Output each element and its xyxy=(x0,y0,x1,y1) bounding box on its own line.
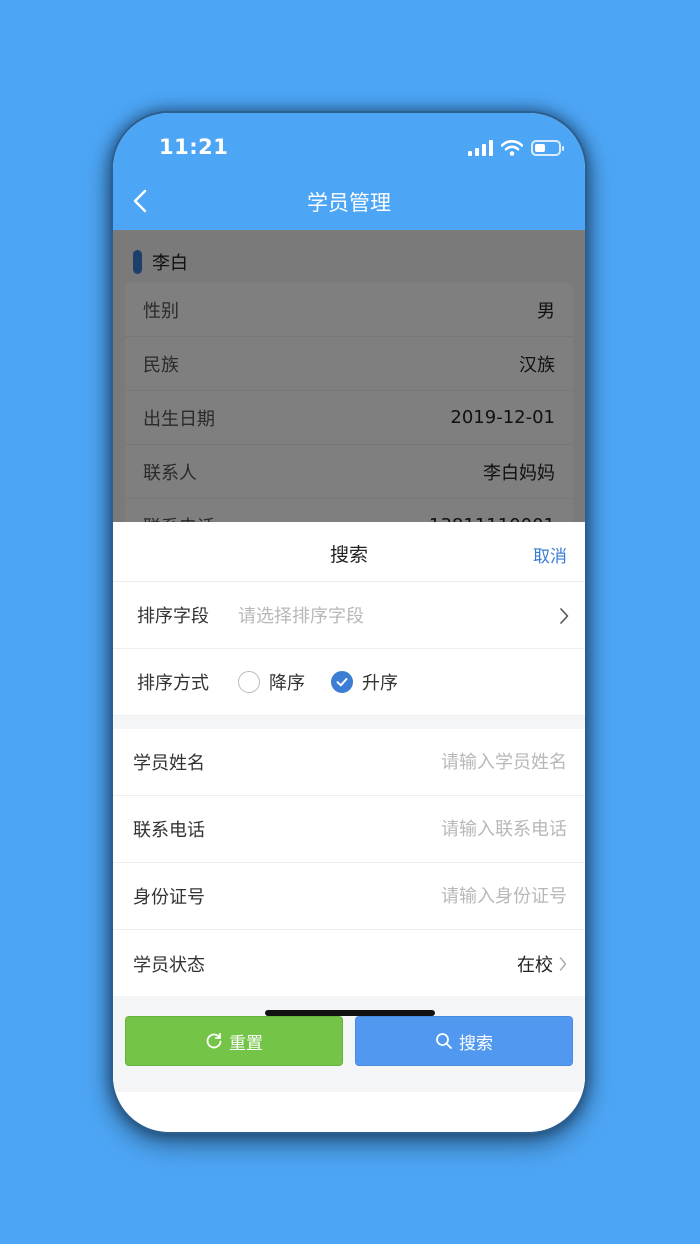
status-time: 11:21 xyxy=(159,135,229,159)
search-icon xyxy=(436,1033,452,1049)
cancel-button[interactable]: 取消 xyxy=(533,542,567,567)
radio-ascending[interactable]: 升序 xyxy=(331,669,398,695)
student-status-row[interactable]: 学员状态 在校 xyxy=(113,930,585,997)
radio-checked-icon xyxy=(331,671,353,693)
reset-button[interactable]: 重置 xyxy=(125,1016,343,1066)
radio-descending[interactable]: 降序 xyxy=(238,669,305,695)
radio-unchecked-icon xyxy=(238,671,260,693)
student-status-label: 学员状态 xyxy=(133,954,205,976)
phone-label: 联系电话 xyxy=(133,820,205,841)
wifi-icon xyxy=(501,140,523,156)
sort-field-label: 排序字段 xyxy=(137,606,209,627)
search-button-label: 搜索 xyxy=(459,1033,493,1054)
reset-button-label: 重置 xyxy=(229,1033,263,1054)
radio-label: 升序 xyxy=(362,673,398,694)
student-status-selector[interactable]: 在校 xyxy=(517,951,567,977)
home-indicator[interactable] xyxy=(265,1010,435,1016)
phone-field-row: 联系电话 xyxy=(113,796,585,863)
sort-field-row[interactable]: 排序字段 请选择排序字段 xyxy=(113,582,585,649)
phone-screen: 11:21 学员管理 李白 性别 男 xyxy=(113,113,585,1132)
student-name-label: 学员姓名 xyxy=(133,753,205,774)
sheet-title: 搜索 xyxy=(329,544,368,566)
sort-order-row: 排序方式 降序 升序 xyxy=(113,649,585,716)
signal-icon xyxy=(468,140,493,156)
page-title: 学员管理 xyxy=(307,191,391,215)
app-header: 11:21 学员管理 xyxy=(113,113,585,230)
modal-overlay[interactable] xyxy=(113,230,585,522)
search-button[interactable]: 搜索 xyxy=(355,1016,573,1066)
sort-field-placeholder: 请选择排序字段 xyxy=(238,606,364,627)
sort-order-label: 排序方式 xyxy=(137,673,209,694)
id-card-input[interactable] xyxy=(367,885,567,907)
id-card-field-row: 身份证号 xyxy=(113,863,585,930)
sheet-header: 搜索 取消 xyxy=(113,522,585,582)
student-name-input[interactable] xyxy=(367,751,567,773)
student-status-value: 在校 xyxy=(517,954,553,976)
search-sheet: 搜索 取消 排序字段 请选择排序字段 排序方式 降序 升序 学员姓名 请输入学员… xyxy=(113,522,585,1132)
status-icons xyxy=(468,139,564,157)
radio-label: 降序 xyxy=(269,673,305,694)
id-card-label: 身份证号 xyxy=(133,887,205,908)
section-divider xyxy=(113,716,585,729)
battery-icon xyxy=(531,140,564,156)
student-name-field-row: 学员姓名 xyxy=(113,729,585,796)
chevron-right-icon xyxy=(560,608,569,624)
chevron-right-icon xyxy=(559,956,567,971)
phone-input[interactable] xyxy=(367,818,567,840)
refresh-icon xyxy=(206,1032,222,1049)
